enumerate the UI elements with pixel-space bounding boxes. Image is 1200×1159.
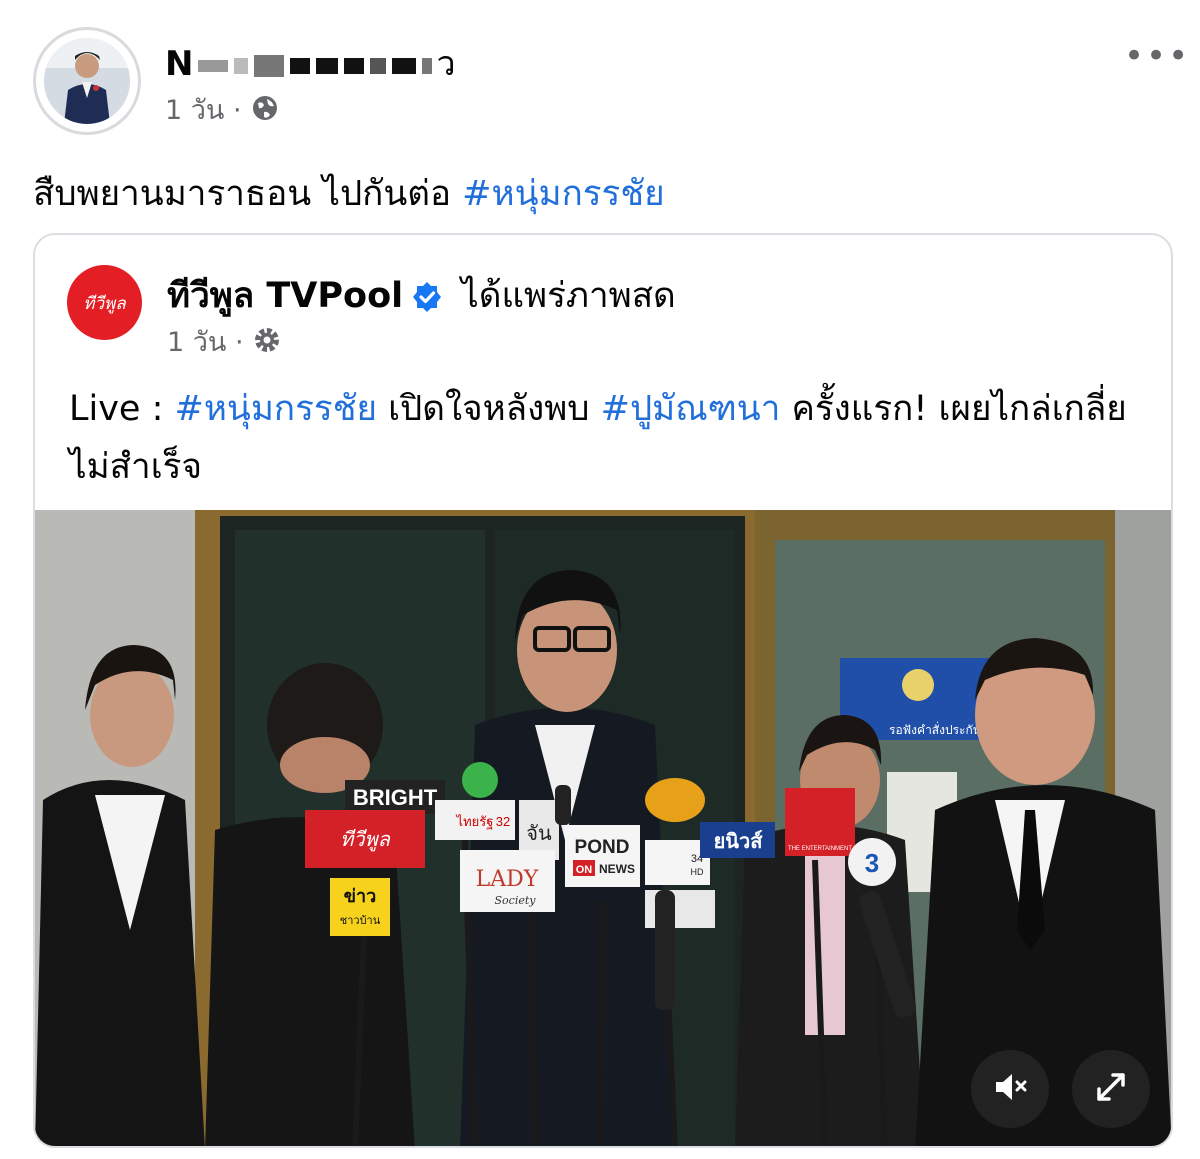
mic-tvpool-label: ทีวีพูล	[340, 827, 392, 852]
shared-time-text: 1 วัน	[167, 327, 227, 358]
post-time-text: 1 วัน	[165, 95, 225, 126]
mic-yanews-label: ยนิวส์	[714, 830, 764, 853]
mic-khao-sub-label: ชาวบ้าน	[340, 915, 381, 927]
more-options-button[interactable]: •••	[1124, 36, 1190, 76]
live-video-player[interactable]: รอฟังคำสั่งประกัน BRIGHT ทีวีพูล ข่าว ชา…	[35, 510, 1171, 1146]
svg-text:ทีวีพูล: ทีวีพูล	[83, 294, 127, 314]
mic-thairath-channel: 32	[496, 814, 510, 829]
mic-bright-label: BRIGHT	[353, 785, 438, 810]
censored-block	[234, 57, 249, 74]
mic-thairath-label: ไทยรัฐ	[456, 814, 494, 830]
censored-block	[370, 57, 387, 74]
globe-icon	[250, 93, 280, 130]
page-name-link[interactable]: ทีวีพูล TVPool	[167, 276, 403, 316]
gear-icon	[252, 325, 282, 362]
censored-block	[422, 57, 433, 74]
censored-block	[316, 57, 339, 74]
author-name-suffix: ว	[436, 44, 457, 84]
shared-post-card[interactable]: ทีวีพูล ทีวีพูล TVPool ได้แพร่ภาพสด 1 วัน…	[33, 233, 1173, 1148]
live-status-text: ได้แพร่ภาพสด	[461, 276, 676, 316]
fullscreen-button[interactable]	[1072, 1050, 1150, 1128]
mute-button[interactable]	[971, 1050, 1049, 1128]
hashtag-link-2[interactable]: #ปูมัณฑนา	[601, 389, 781, 429]
mic-pond-on-label: ON	[576, 864, 593, 876]
author-name-initial: N	[165, 44, 195, 84]
post-body-text: สืบพยานมาราธอน ไปกันต่อ	[33, 174, 463, 214]
shared-post-text: Live : #หนุ่มกรรชัย เปิดใจหลังพบ #ปูมัณฑ…	[69, 380, 1154, 496]
expand-icon	[1091, 1067, 1131, 1111]
mic-ch34-hd-label: HD	[691, 867, 704, 877]
mic-ent-label: THE ENTERTAINMENT	[788, 846, 852, 852]
post-timestamp[interactable]: 1 วัน ·	[165, 88, 280, 131]
mic-pond-label: POND	[575, 837, 630, 858]
censored-block	[254, 54, 285, 77]
censored-block	[198, 59, 229, 72]
mic-lady-sub-label: Society	[495, 894, 537, 907]
mic-lady-label: LADY	[476, 867, 539, 892]
wall-sign-text: รอฟังคำสั่งประกัน	[889, 721, 981, 737]
avatar[interactable]	[44, 38, 130, 124]
censored-block	[344, 57, 365, 74]
page-logo[interactable]: ทีวีพูล	[67, 265, 142, 340]
author-name[interactable]: Nว	[165, 36, 457, 90]
live-prefix-text: Live :	[69, 389, 175, 429]
shared-text-mid: เปิดใจหลังพบ	[376, 389, 601, 429]
mic-pond-news-label: NEWS	[599, 862, 635, 876]
mic-khao-label: ข่าว	[344, 886, 377, 906]
post-hashtag-link[interactable]: #หนุ่มกรรชัย	[462, 174, 664, 214]
separator-dot: ·	[232, 95, 251, 126]
separator-dot: ·	[234, 327, 253, 358]
verified-badge-icon	[411, 281, 443, 313]
censored-block	[290, 57, 311, 74]
post-text: สืบพยานมาราธอน ไปกันต่อ #หนุ่มกรรชัย	[33, 166, 665, 221]
mute-icon	[990, 1067, 1030, 1111]
hashtag-link-1[interactable]: #หนุ่มกรรชัย	[175, 389, 377, 429]
shared-timestamp[interactable]: 1 วัน ·	[167, 320, 282, 363]
mic-jan-label: จัน	[526, 823, 552, 845]
mic-ch3-label: 3	[865, 848, 879, 878]
page-name-row: ทีวีพูล TVPool ได้แพร่ภาพสด	[167, 268, 676, 323]
censored-block	[392, 57, 417, 74]
